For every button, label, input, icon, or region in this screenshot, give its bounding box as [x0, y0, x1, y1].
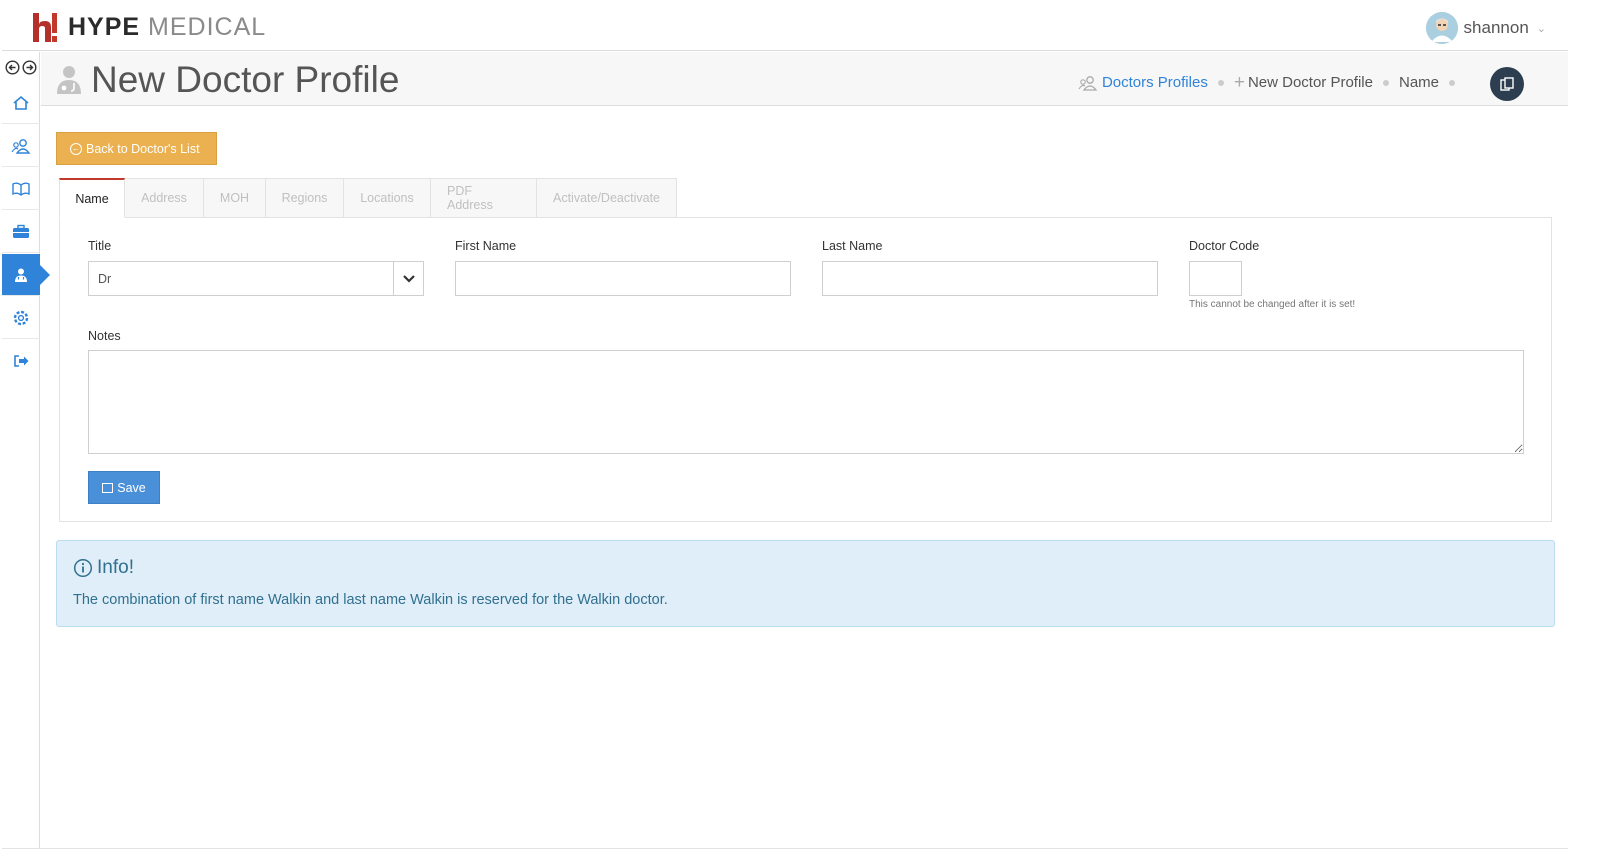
home-icon	[13, 95, 29, 110]
save-icon	[102, 482, 114, 493]
copy-icon	[1500, 77, 1514, 91]
sidebar-item-home[interactable]	[2, 82, 40, 124]
page-title: New Doctor Profile	[91, 59, 400, 100]
alert-title: Info!	[97, 557, 134, 578]
tab-name[interactable]: Name	[59, 178, 125, 218]
title-select[interactable]: Dr	[88, 261, 424, 296]
doctor-code-label: Doctor Code	[1189, 239, 1260, 253]
save-button-label: Save	[117, 480, 146, 495]
top-bar: HYPE MEDICAL shannon ⌄	[2, 2, 1568, 51]
divider	[2, 848, 1568, 849]
sidebar-item-doctors[interactable]	[2, 254, 50, 296]
sidebar	[2, 52, 50, 848]
doctor-code-field[interactable]	[1189, 261, 1242, 296]
doctor-icon	[15, 268, 27, 282]
breadcrumb-new-doctor-profile: New Doctor Profile	[1247, 74, 1373, 91]
brand-word-hype: HYPE	[68, 13, 141, 41]
last-name-label: Last Name	[822, 239, 883, 253]
last-name-field[interactable]	[822, 261, 1158, 296]
tab-locations[interactable]: Locations	[344, 178, 431, 218]
first-name-field[interactable]	[455, 261, 791, 296]
tab-moh[interactable]: MOH	[204, 178, 266, 218]
gear-icon	[13, 310, 29, 325]
back-to-list-label: Back to Doctor's List	[86, 141, 200, 156]
info-icon	[73, 558, 93, 578]
breadcrumb: Doctors Profiles + New Doctor Profile Na…	[1078, 73, 1465, 92]
copy-button[interactable]	[1490, 67, 1524, 101]
avatar	[1425, 12, 1458, 44]
alert-text: The combination of first name Walkin and…	[73, 592, 668, 608]
form-panel: Title Dr First Name Last Name Doctor Cod…	[59, 217, 1552, 522]
user-name: shannon	[1463, 18, 1529, 37]
chevron-down-icon	[402, 274, 415, 283]
plus-icon: +	[1233, 72, 1245, 93]
back-to-list-button[interactable]: ← Back to Doctor's List	[56, 132, 217, 165]
breadcrumb-separator	[1217, 79, 1224, 86]
doctor-code-help: This cannot be changed after it is set!	[1189, 299, 1356, 310]
doctor-icon	[56, 65, 82, 100]
save-button[interactable]: Save	[88, 471, 160, 504]
sidebar-item-users[interactable]	[2, 125, 40, 167]
sidebar-item-logout[interactable]	[2, 340, 40, 382]
sidebar-toggle[interactable]	[5, 60, 37, 75]
breadcrumb-separator	[1449, 79, 1455, 86]
tab-bar: Name Address MOH Regions Locations PDF A…	[59, 178, 677, 218]
arrow-right-circle-icon[interactable]	[22, 60, 37, 75]
first-name-label: First Name	[455, 239, 517, 253]
sidebar-item-settings[interactable]	[2, 297, 40, 339]
title-select-value: Dr	[98, 271, 112, 286]
breadcrumb-separator	[1382, 79, 1389, 86]
brand-logo-mark	[32, 11, 59, 44]
notes-field[interactable]	[88, 350, 1524, 454]
brand-name: HYPE MEDICAL	[68, 13, 266, 42]
breadcrumb-name: Name	[1398, 74, 1439, 91]
chevron-down-icon: ⌄	[1536, 22, 1546, 35]
logout-icon	[14, 355, 29, 367]
title-label: Title	[88, 239, 112, 253]
arrow-left-circle-icon[interactable]	[5, 60, 20, 75]
brand-logo[interactable]: HYPE MEDICAL	[32, 11, 266, 44]
users-icon	[1078, 75, 1098, 91]
users-icon	[11, 138, 31, 154]
info-alert: Info! The combination of first name Walk…	[56, 540, 1555, 627]
book-icon	[12, 182, 30, 196]
breadcrumb-doctors-profiles[interactable]: Doctors Profiles	[1102, 74, 1208, 91]
sidebar-item-briefcase[interactable]	[2, 211, 40, 253]
arrow-left-circle-icon: ←	[70, 142, 82, 155]
title-select-toggle[interactable]	[393, 262, 423, 295]
sidebar-item-book[interactable]	[2, 168, 40, 210]
tab-pdf-address[interactable]: PDF Address	[431, 178, 537, 218]
tab-activate-deactivate[interactable]: Activate/Deactivate	[537, 178, 677, 218]
notes-label: Notes	[88, 329, 121, 343]
page-header: New Doctor Profile Doctors Profiles + Ne…	[41, 52, 1568, 106]
tab-address[interactable]: Address	[125, 178, 204, 218]
user-menu[interactable]: shannon ⌄	[1425, 12, 1546, 44]
brand-word-medical: MEDICAL	[148, 13, 267, 41]
briefcase-icon	[13, 224, 29, 238]
tab-regions[interactable]: Regions	[266, 178, 344, 218]
